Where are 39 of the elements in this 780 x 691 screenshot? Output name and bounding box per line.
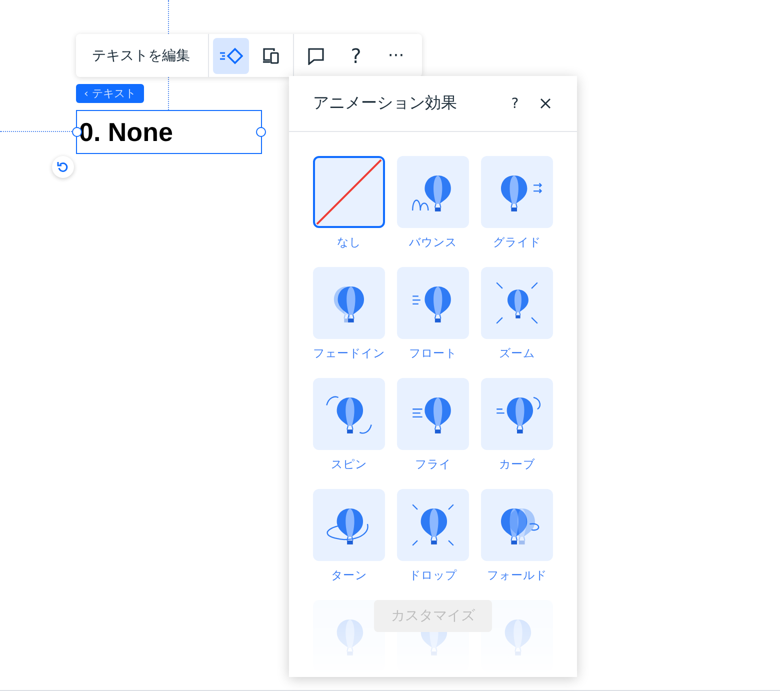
- option-label: グライド: [493, 235, 541, 250]
- option-label: フライ: [415, 457, 451, 472]
- animation-option[interactable]: [397, 489, 469, 561]
- animation-option[interactable]: [481, 156, 553, 228]
- option-label: ターン: [331, 568, 367, 583]
- panel-title: アニメーション効果: [313, 93, 458, 114]
- devices-icon: [262, 46, 280, 64]
- animation-option[interactable]: [313, 489, 385, 561]
- slash-icon: [315, 158, 383, 226]
- option-label: フロート: [409, 346, 457, 361]
- animation-option[interactable]: [313, 267, 385, 339]
- animation-option[interactable]: [313, 156, 385, 228]
- animation-option[interactable]: [481, 267, 553, 339]
- option-label: ズーム: [499, 346, 535, 361]
- more-button[interactable]: ···: [378, 38, 414, 74]
- option-label: スピン: [331, 457, 367, 472]
- option-label: フォールド: [487, 568, 547, 583]
- comment-icon: [307, 46, 325, 64]
- edit-text-button[interactable]: テキストを編集: [76, 34, 206, 77]
- animation-option[interactable]: [397, 267, 469, 339]
- option-label: フェードイン: [313, 346, 385, 361]
- option-label: カーブ: [499, 457, 535, 472]
- animation-button[interactable]: [213, 38, 249, 74]
- animation-option[interactable]: [397, 156, 469, 228]
- animation-icon: [219, 46, 243, 64]
- animation-option[interactable]: [481, 489, 553, 561]
- option-label: バウンス: [409, 235, 457, 250]
- close-icon: [540, 98, 550, 109]
- help-button[interactable]: ?: [338, 38, 374, 74]
- animation-option[interactable]: [481, 378, 553, 450]
- animation-option[interactable]: [397, 378, 469, 450]
- rotate-icon: [57, 161, 69, 173]
- option-label: なし: [337, 235, 361, 250]
- resize-handle[interactable]: [256, 127, 266, 137]
- animation-option[interactable]: [313, 378, 385, 450]
- resize-handle[interactable]: [72, 127, 82, 137]
- rotate-button[interactable]: [52, 156, 74, 178]
- help-button[interactable]: ?: [507, 94, 523, 114]
- option-label: ドロップ: [409, 568, 457, 583]
